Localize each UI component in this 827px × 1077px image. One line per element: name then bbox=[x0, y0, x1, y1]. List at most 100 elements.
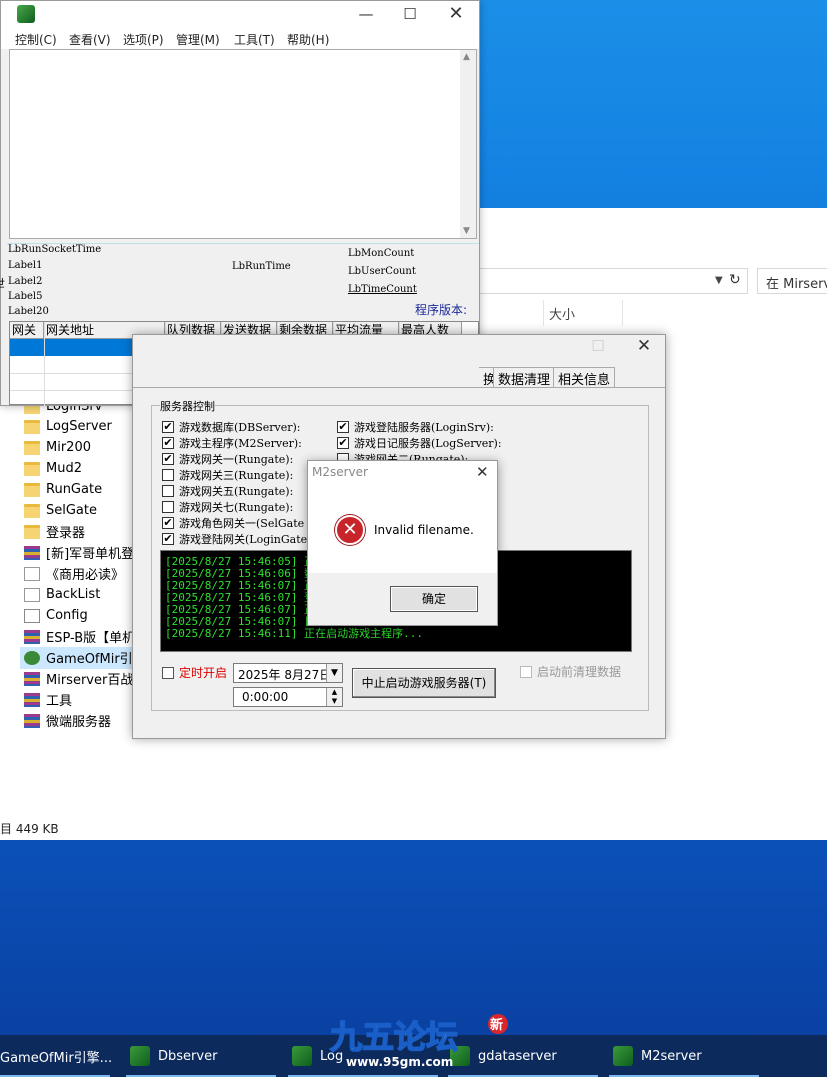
tree-item-label: 《商用必读》 bbox=[46, 568, 125, 583]
server-checkbox[interactable]: ✔ 游戏角色网关一(SelGate bbox=[162, 515, 304, 531]
server-checkbox[interactable]: ✔ 游戏网关一(Rungate): bbox=[162, 451, 293, 467]
scroll-up-icon[interactable]: ▲ bbox=[463, 52, 470, 62]
close-icon[interactable]: ✕ bbox=[621, 335, 667, 357]
tree-item[interactable]: 工具 bbox=[24, 689, 134, 710]
tree-item-label: Mirserver百战 bbox=[46, 673, 134, 688]
menu-options[interactable]: 选项(P) bbox=[123, 31, 164, 48]
server-checkbox[interactable]: 游戏网关五(Rungate): bbox=[162, 483, 293, 499]
checkbox-label: 游戏网关三(Rungate): bbox=[179, 469, 294, 482]
label-5: Label5 bbox=[8, 291, 43, 302]
vertical-scrollbar[interactable]: ▲ ▼ bbox=[460, 50, 476, 238]
menu-help[interactable]: 帮助(H) bbox=[287, 31, 329, 48]
tree-item[interactable]: 《商用必读》 bbox=[24, 563, 134, 584]
tree-item[interactable]: Mirserver百战 bbox=[24, 668, 134, 689]
tree-item[interactable]: ESP-B版【单机】 bbox=[24, 626, 134, 647]
menu-manage[interactable]: 管理(M) bbox=[176, 31, 220, 48]
truncated-label: 世 bbox=[0, 275, 5, 291]
checkbox-checked[interactable]: ✔ bbox=[162, 421, 174, 433]
chevron-down-icon[interactable]: ▼ bbox=[715, 275, 723, 286]
maximize-icon[interactable]: ☐ bbox=[387, 3, 433, 25]
checkbox-checked[interactable]: ✔ bbox=[162, 437, 174, 449]
checkbox-checked[interactable]: ✔ bbox=[162, 533, 174, 545]
status-bar: 目 449 KB bbox=[0, 822, 59, 836]
checkbox-unchecked[interactable] bbox=[162, 501, 174, 513]
minimize-icon[interactable]: — bbox=[343, 3, 389, 25]
tree-item[interactable]: LogServer bbox=[24, 416, 134, 437]
column-divider bbox=[543, 300, 544, 326]
menu-control[interactable]: 控制(C) bbox=[15, 31, 57, 48]
server-checkbox[interactable]: ✔ 游戏登陆服务器(LoginSrv): bbox=[337, 419, 494, 435]
log-memo[interactable]: ▲ ▼ bbox=[9, 49, 477, 239]
checkbox-checked[interactable]: ✔ bbox=[162, 517, 174, 529]
date-picker[interactable]: 2025年 8月27日 ▼ bbox=[233, 663, 343, 683]
chevron-down-icon[interactable]: ▼ bbox=[326, 664, 342, 682]
server-checkbox[interactable]: ✔ 游戏数据库(DBServer): bbox=[162, 419, 300, 435]
config-icon bbox=[24, 608, 40, 623]
title-bar[interactable]: — ☐ ✕ bbox=[1, 1, 479, 27]
tree-item[interactable]: BackList bbox=[24, 584, 134, 605]
column-divider bbox=[622, 300, 623, 326]
server-checkbox[interactable]: 游戏网关七(Rungate): bbox=[162, 499, 293, 515]
tree-item[interactable]: Config bbox=[24, 605, 134, 626]
taskbar-item-gameofmir[interactable]: GameOfMir引擎... bbox=[0, 1035, 113, 1077]
checkbox-box[interactable] bbox=[162, 666, 174, 679]
refresh-icon[interactable]: ↻ bbox=[729, 272, 741, 288]
tree-item-label: 微端服务器 bbox=[46, 715, 112, 730]
scroll-down-icon[interactable]: ▼ bbox=[463, 226, 470, 236]
menu-tools[interactable]: 工具(T) bbox=[234, 31, 275, 48]
server-checkbox[interactable]: ✔ 游戏主程序(M2Server): bbox=[162, 435, 302, 451]
folder-icon bbox=[24, 482, 40, 497]
server-checkbox[interactable]: 游戏网关三(Rungate): bbox=[162, 467, 293, 483]
close-icon[interactable]: ✕ bbox=[433, 3, 479, 25]
ok-button[interactable]: 确定 bbox=[390, 586, 478, 612]
tree-item[interactable]: 登录器 bbox=[24, 521, 134, 542]
menu-view[interactable]: 查看(V) bbox=[69, 31, 111, 48]
column-header-size[interactable]: 大小 bbox=[549, 304, 575, 323]
label-run-socket-time: LbRunSocketTime bbox=[8, 244, 102, 255]
checkbox-checked[interactable]: ✔ bbox=[337, 421, 349, 433]
tab-data-clean[interactable]: 数据清理 bbox=[493, 367, 556, 388]
address-bar[interactable]: ▼ bbox=[478, 268, 748, 294]
task-label: GameOfMir引擎... bbox=[0, 1050, 113, 1066]
tree-item[interactable]: RunGate bbox=[24, 479, 134, 500]
taskbar-item-dbserver[interactable]: Dbserver bbox=[130, 1035, 217, 1077]
tree-item-label: LogServer bbox=[46, 419, 112, 434]
label-20: Label20 bbox=[8, 306, 49, 317]
grid-header-gate[interactable]: 网关 bbox=[10, 322, 44, 339]
checkbox-checked[interactable]: ✔ bbox=[162, 453, 174, 465]
version-label: 程序版本: bbox=[415, 303, 468, 317]
spin-down-icon[interactable]: ▼ bbox=[326, 697, 342, 706]
menu-bar: 控制(C) 查看(V) 选项(P) 管理(M) 工具(T) 帮助(H) bbox=[1, 27, 479, 49]
spin-up-icon[interactable]: ▲ bbox=[326, 688, 342, 697]
tree-item[interactable]: GameOfMir引擎 bbox=[24, 647, 134, 668]
checkbox-checked[interactable]: ✔ bbox=[337, 437, 349, 449]
checkbox-unchecked[interactable] bbox=[162, 469, 174, 481]
server-checkbox[interactable]: ✔ 游戏登陆网关(LoginGate bbox=[162, 531, 307, 547]
timer-start-checkbox[interactable]: 定时开启 bbox=[162, 664, 227, 681]
checkbox-label: 游戏登陆网关(LoginGate bbox=[179, 533, 308, 546]
tree-item[interactable]: SelGate bbox=[24, 500, 134, 521]
close-icon[interactable]: ✕ bbox=[476, 463, 489, 481]
tree-item[interactable]: [新]军哥单机登录 bbox=[24, 542, 134, 563]
time-picker[interactable]: 0:00:00 ▲ ▼ bbox=[233, 687, 343, 707]
app-icon bbox=[24, 650, 40, 665]
tree-item-label: RunGate bbox=[46, 482, 103, 497]
tree-item[interactable]: Mir200 bbox=[24, 437, 134, 458]
tree-item[interactable]: 微端服务器 bbox=[24, 710, 134, 731]
checkbox-label: 游戏网关五(Rungate): bbox=[179, 485, 294, 498]
checkbox-label: 游戏网关一(Rungate): bbox=[179, 453, 294, 466]
search-input[interactable]: 在 Mirserv bbox=[757, 268, 827, 294]
tab-related-info[interactable]: 相关信息 bbox=[553, 367, 616, 388]
tree-item-label: 登录器 bbox=[46, 526, 86, 541]
label-time-count: LbTimeCount bbox=[348, 284, 417, 295]
tree-item-label: 工具 bbox=[46, 694, 73, 709]
folder-icon bbox=[24, 524, 40, 539]
checkbox-unchecked[interactable] bbox=[162, 485, 174, 497]
group-title: 服务器控制 bbox=[160, 398, 215, 414]
tree-item[interactable]: Mud2 bbox=[24, 458, 134, 479]
archive-icon bbox=[24, 629, 40, 644]
taskbar-item-m2server[interactable]: M2server bbox=[613, 1035, 702, 1077]
archive-icon bbox=[24, 671, 40, 686]
server-checkbox[interactable]: ✔ 游戏日记服务器(LogServer): bbox=[337, 435, 502, 451]
stop-server-button[interactable]: 中止启动游戏服务器(T) bbox=[352, 668, 496, 698]
